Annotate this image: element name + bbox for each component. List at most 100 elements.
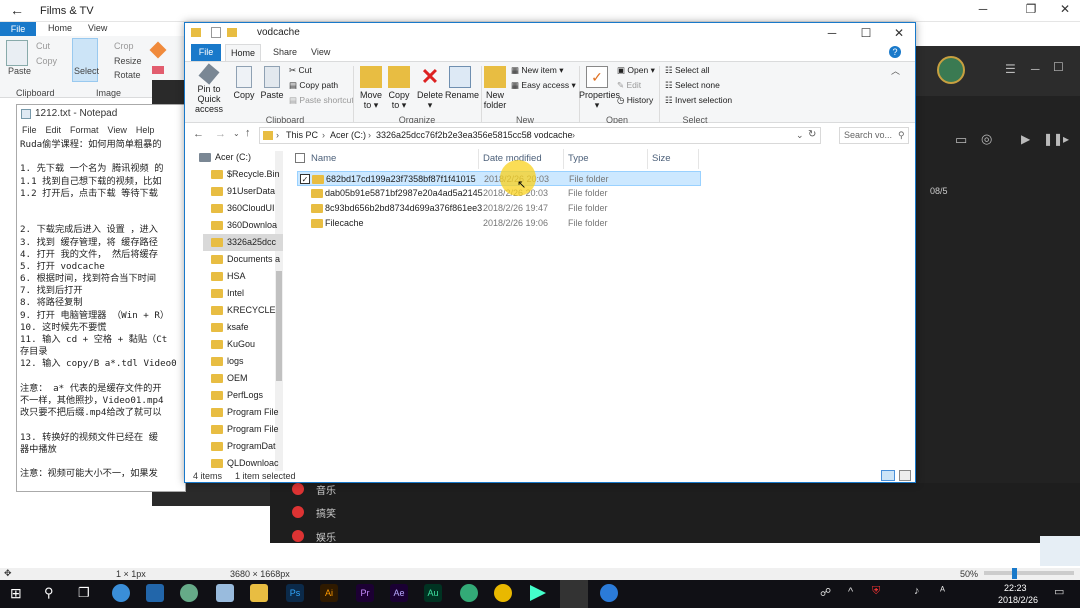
table-row[interactable]: dab05b91e5871bf2987e20a4ad5a2145 2018/2/2… (297, 186, 701, 201)
paint-tab-view[interactable]: View (88, 23, 107, 33)
back-icon[interactable]: ← (193, 128, 204, 140)
films-tv-taskbar-icon[interactable] (560, 580, 588, 608)
up-icon[interactable]: ↑ (245, 127, 251, 139)
breadcrumb-drive[interactable]: Acer (C:) (330, 130, 366, 140)
nav-item[interactable]: Acer (C:) (191, 149, 271, 166)
notepad-text-area[interactable]: Ruda偷学课程：如何用简单粗暴的 1. 先下载 一个名为 腾讯视频 的 1.1 找… (20, 139, 186, 491)
volume-icon[interactable]: ♪ (914, 585, 920, 597)
search-taskbar-icon[interactable]: ⚲ (44, 585, 54, 601)
start-icon[interactable]: ⊞ (10, 585, 22, 602)
zoom-slider[interactable] (984, 571, 1074, 575)
paint-tab-file[interactable]: File (0, 22, 36, 36)
cut-button[interactable]: ✂ Cut (289, 65, 312, 76)
large-icons-view-icon[interactable] (899, 470, 911, 481)
maximize-player-icon[interactable]: ☐ (1053, 60, 1064, 74)
properties-quick-icon[interactable] (211, 27, 221, 38)
forward-icon[interactable]: → (215, 128, 226, 140)
select-none-button[interactable]: ☷ Select none (665, 80, 720, 91)
explorer-close-icon[interactable]: ✕ (884, 26, 914, 40)
explorer-maximize-icon[interactable]: ☐ (851, 26, 881, 40)
nav-item[interactable]: Intel (203, 285, 283, 302)
paint-copy[interactable]: Copy (36, 56, 57, 66)
menu-icon[interactable]: ☰ (1005, 62, 1016, 76)
copy-button[interactable]: Copy (231, 66, 257, 100)
help-icon[interactable]: ? (889, 46, 901, 58)
recent-locations-icon[interactable]: ⌄ (233, 129, 240, 138)
settings-icon[interactable]: ◎ (981, 131, 992, 147)
address-bar[interactable]: › This PC › Acer (C:) › 3326a25dcc76f2b2… (259, 127, 821, 144)
audition-icon[interactable]: Au (424, 584, 442, 602)
column-type[interactable]: Type (568, 153, 589, 164)
properties-button[interactable]: ✓ Properties ▾ (579, 66, 620, 110)
paste-shortcut-button[interactable]: ▤ Paste shortcut (289, 95, 354, 106)
explorer-tab-file[interactable]: File (191, 44, 221, 61)
next-icon[interactable]: ▸ (1063, 132, 1069, 146)
nav-item[interactable]: QLDownloac (203, 455, 283, 472)
details-view-icon[interactable] (881, 470, 895, 481)
menu-item-funny[interactable]: 搞笑 (316, 505, 336, 520)
select-all-checkbox[interactable] (295, 153, 305, 163)
minimize-icon[interactable]: ─ (968, 2, 998, 16)
eraser-icon[interactable] (152, 66, 164, 74)
clock-time[interactable]: 22:23 (1004, 583, 1027, 593)
maximize-icon[interactable]: ❐ (1016, 2, 1046, 16)
nav-item[interactable]: 91UserData (203, 183, 283, 200)
photoshop-icon[interactable]: Ps (286, 584, 304, 602)
table-row[interactable]: 8c93bd656b2bd8734d699a376f861ee3 2018/2/2… (297, 201, 701, 216)
nav-item[interactable]: Program File (203, 421, 283, 438)
nav-item[interactable]: $Recycle.Bin (203, 166, 283, 183)
pencil-icon[interactable] (149, 41, 167, 59)
paste-button[interactable]: Paste (259, 66, 285, 100)
breadcrumb-this-pc[interactable]: This PC (286, 130, 318, 140)
paint-resize[interactable]: Resize (114, 56, 142, 66)
copy-path-button[interactable]: ▤ Copy path (289, 80, 338, 91)
app-icon[interactable] (180, 584, 198, 602)
app-icon[interactable] (600, 584, 618, 602)
explorer-tab-home[interactable]: Home (225, 44, 261, 61)
minimize-player-icon[interactable]: ─ (1031, 62, 1040, 76)
column-name[interactable]: Name (311, 153, 336, 164)
security-icon[interactable]: ⛨ (872, 585, 880, 598)
nav-item[interactable]: KRECYCLE (203, 302, 283, 319)
input-method-icon[interactable]: ᴬ (940, 585, 945, 597)
app-icon[interactable] (460, 584, 478, 602)
pin-quick-access-button[interactable]: Pin to Quick access (187, 63, 231, 114)
close-icon[interactable]: ✕ (1050, 2, 1080, 16)
premiere-icon[interactable]: Pr (356, 584, 374, 602)
paint-cut[interactable]: Cut (36, 41, 50, 51)
nav-item[interactable]: 360CloudUI (203, 200, 283, 217)
nav-item[interactable]: Program File (203, 404, 283, 421)
invert-selection-button[interactable]: ☷ Invert selection (665, 95, 732, 106)
avatar[interactable] (937, 56, 965, 84)
select-all-button[interactable]: ☷ Select all (665, 65, 709, 76)
new-folder-button[interactable]: New folder (483, 66, 507, 110)
notepad-menu-edit[interactable]: Edit (46, 125, 62, 135)
paint-rotate[interactable]: Rotate (114, 70, 141, 80)
pause-icon[interactable]: ❚❚ (1043, 132, 1063, 146)
paint-crop[interactable]: Crop (114, 41, 134, 51)
rename-button[interactable]: Rename (445, 66, 479, 100)
edit-button[interactable]: ✎ Edit (617, 80, 641, 91)
search-input[interactable]: Search vo... ⚲ (839, 127, 909, 144)
collapse-ribbon-icon[interactable]: ︿ (891, 64, 900, 77)
folder-icon[interactable]: ▭ (955, 132, 967, 148)
illustrator-icon[interactable]: Ai (320, 584, 338, 602)
address-dropdown-icon[interactable]: ⌄ (796, 130, 804, 141)
table-row[interactable]: Filecache 2018/2/26 19:06 File folder (297, 216, 701, 231)
table-row[interactable]: ✓682bd17cd199a23f7358bf87f1f410152018/2/… (297, 171, 701, 186)
open-button[interactable]: ▣ Open ▾ (617, 65, 655, 76)
paste-icon[interactable] (6, 40, 28, 66)
menu-item-music[interactable]: 音乐 (316, 482, 336, 497)
nav-item[interactable]: 3326a25dcc (203, 234, 283, 251)
nav-item[interactable]: ksafe (203, 319, 283, 336)
notepad-menu-format[interactable]: Format (70, 125, 99, 135)
paint-paste-label[interactable]: Paste (8, 66, 31, 76)
task-view-icon[interactable]: ❐ (78, 585, 90, 601)
notepad-menu-view[interactable]: View (108, 125, 127, 135)
nav-item[interactable]: KuGou (203, 336, 283, 353)
column-size[interactable]: Size (652, 153, 670, 164)
nav-item[interactable]: 360Downloa (203, 217, 283, 234)
show-hidden-icons-icon[interactable]: ^ (848, 586, 853, 598)
nav-item[interactable]: PerfLogs (203, 387, 283, 404)
history-button[interactable]: ◷ History (617, 95, 653, 106)
